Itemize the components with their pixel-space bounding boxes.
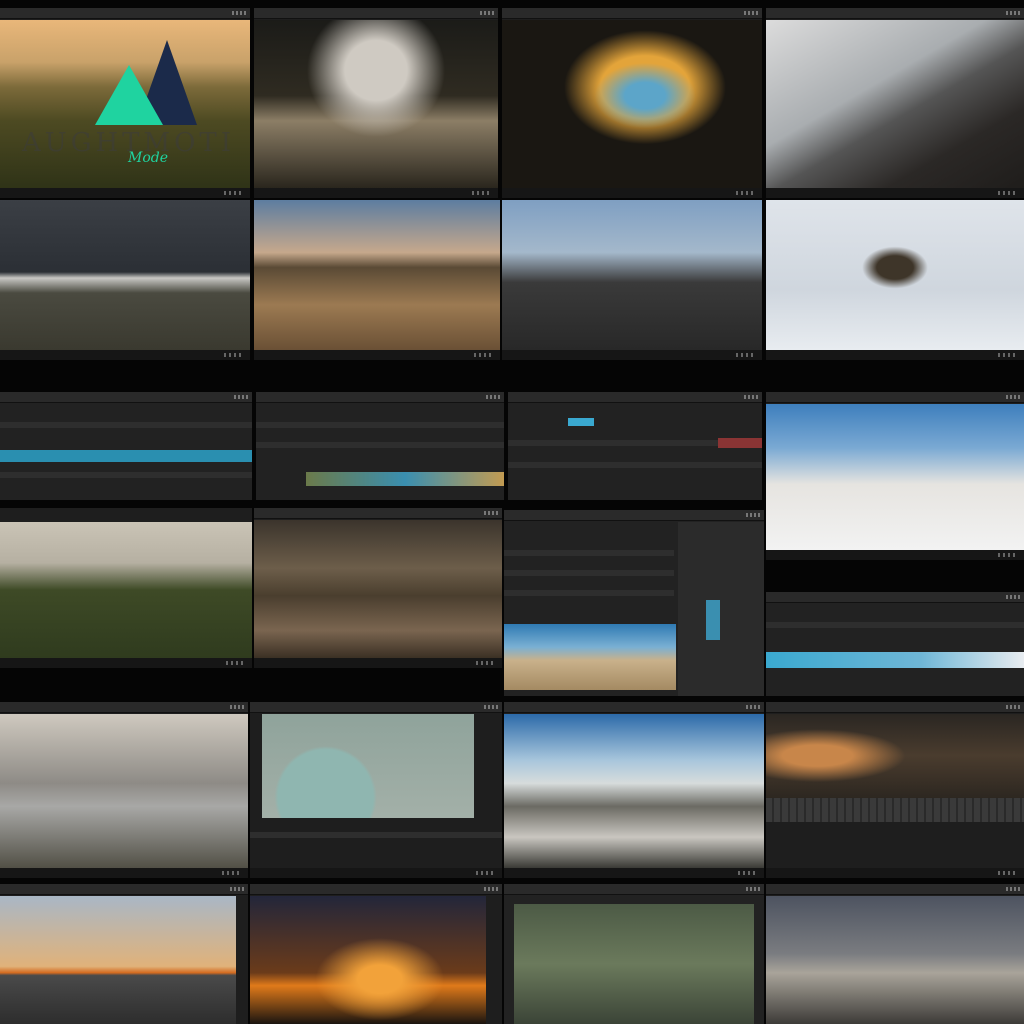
preview-image <box>766 404 1024 550</box>
logo-green-shape <box>95 65 163 125</box>
editor-panel[interactable] <box>766 200 1024 360</box>
preview-image <box>502 200 762 350</box>
panel-footer <box>502 188 762 198</box>
editor-panel[interactable] <box>766 702 1024 878</box>
editor-panel[interactable] <box>502 8 762 198</box>
video-clip[interactable] <box>568 418 594 426</box>
editor-panel[interactable] <box>766 884 1024 1024</box>
panel-footer <box>766 350 1024 360</box>
editor-panel[interactable] <box>0 200 250 360</box>
panel-header <box>0 884 248 895</box>
track[interactable] <box>766 622 1024 628</box>
track[interactable] <box>504 570 674 576</box>
panel-header <box>504 884 764 895</box>
track[interactable] <box>508 462 762 468</box>
panel-header <box>250 884 502 895</box>
panel-footer <box>502 350 762 360</box>
editor-panel[interactable] <box>250 884 502 1024</box>
preview-image <box>0 896 236 1024</box>
panel-footer <box>250 868 502 878</box>
panel-footer <box>766 550 1024 560</box>
panel-footer <box>0 350 250 360</box>
preview-image <box>0 200 250 350</box>
preview-image <box>766 200 1024 350</box>
panel-header <box>256 392 504 403</box>
panel-footer <box>254 658 502 668</box>
editor-panel[interactable] <box>0 702 248 878</box>
editor-panel[interactable] <box>766 8 1024 198</box>
preview-image <box>0 714 248 868</box>
preview-image <box>502 20 762 188</box>
preview-image <box>766 20 1024 188</box>
panel-footer <box>766 868 1024 878</box>
timeline-panel[interactable] <box>256 392 504 500</box>
editor-panel[interactable] <box>0 884 248 1024</box>
panel-header <box>254 8 498 19</box>
editor-panel[interactable] <box>254 8 498 198</box>
video-clip[interactable] <box>0 450 252 462</box>
app-logo <box>95 40 205 125</box>
preview-image <box>254 520 502 658</box>
panel-header <box>766 392 1024 403</box>
color-swatch[interactable] <box>706 600 720 640</box>
track[interactable] <box>250 832 502 838</box>
editor-workspace[interactable] <box>504 510 764 696</box>
panel-header <box>0 702 248 713</box>
video-clip[interactable] <box>306 472 504 486</box>
editor-panel[interactable] <box>504 702 764 878</box>
side-panel[interactable] <box>678 522 764 696</box>
preview-image <box>504 714 764 868</box>
panel-footer <box>0 188 250 198</box>
panel-footer <box>254 350 500 360</box>
editor-panel[interactable] <box>250 702 502 878</box>
track[interactable] <box>0 472 252 478</box>
preview-image <box>254 200 500 350</box>
track[interactable] <box>256 442 504 448</box>
panel-header <box>766 702 1024 713</box>
track[interactable] <box>0 422 252 428</box>
preview-image <box>766 896 1024 1024</box>
editor-panel[interactable] <box>766 392 1024 560</box>
audio-clip[interactable] <box>718 438 762 448</box>
preview-image <box>262 714 474 818</box>
editor-panel[interactable] <box>502 200 762 360</box>
video-clip[interactable] <box>766 652 1024 668</box>
panel-header <box>254 508 502 519</box>
preview-image <box>504 624 676 690</box>
panel-footer <box>504 868 764 878</box>
preview-image <box>250 896 486 1024</box>
track[interactable] <box>766 798 1024 822</box>
track[interactable] <box>256 422 504 428</box>
panel-header <box>504 510 764 521</box>
panel-header <box>508 392 762 403</box>
logo-subtitle: Mode <box>128 150 169 166</box>
panel-header <box>766 884 1024 895</box>
preview-image <box>254 20 498 188</box>
panel-header <box>0 8 250 19</box>
panel-footer <box>766 188 1024 198</box>
panel-header <box>504 702 764 713</box>
panel-footer <box>254 188 498 198</box>
waveform-area[interactable] <box>514 904 754 1024</box>
timeline-panel[interactable] <box>508 392 762 500</box>
panel-footer <box>0 658 252 668</box>
panel-header <box>250 702 502 713</box>
editor-panel[interactable] <box>254 200 500 360</box>
track[interactable] <box>504 550 674 556</box>
timeline-panel[interactable] <box>766 592 1024 696</box>
panel-header <box>766 8 1024 19</box>
timeline-panel[interactable] <box>504 884 764 1024</box>
panel-header <box>502 8 762 19</box>
editor-panel[interactable] <box>254 508 502 668</box>
preview-image <box>0 522 252 658</box>
timeline-panel[interactable] <box>0 392 252 500</box>
panel-header <box>0 392 252 403</box>
panel-header <box>766 592 1024 603</box>
editor-panel[interactable] <box>0 508 252 668</box>
track[interactable] <box>504 590 674 596</box>
panel-footer <box>0 868 248 878</box>
